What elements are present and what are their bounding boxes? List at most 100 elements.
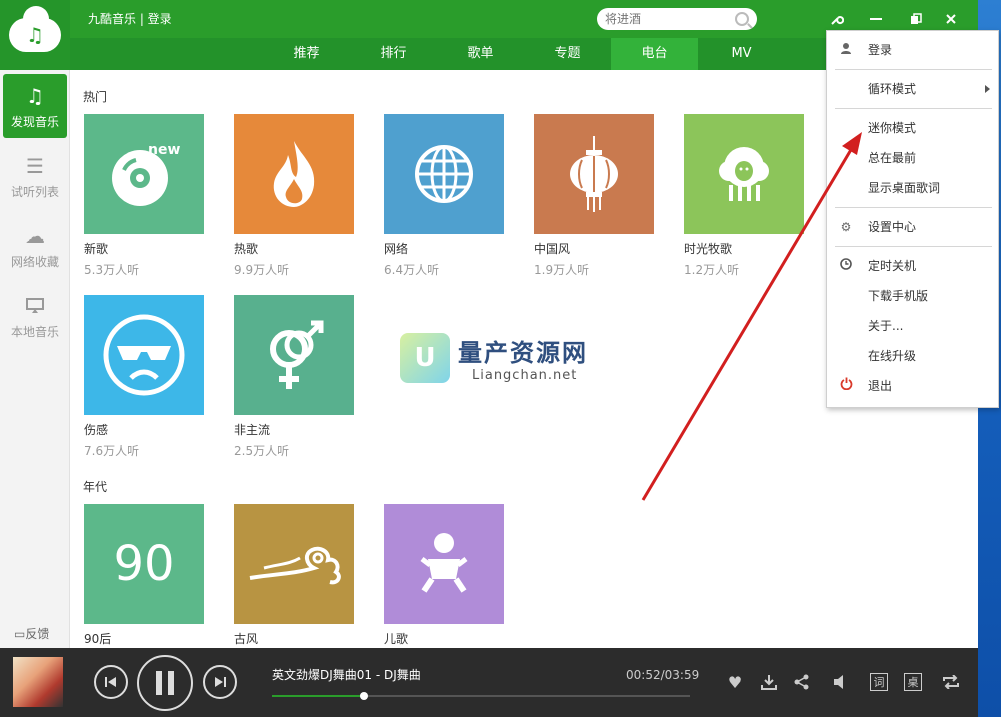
- minimize-icon[interactable]: [865, 8, 887, 30]
- menu-item-label: 定时关机: [868, 259, 917, 273]
- download-icon[interactable]: [758, 671, 780, 693]
- sad-face-icon[interactable]: [84, 295, 204, 415]
- close-icon[interactable]: [940, 8, 962, 30]
- menu-item-login[interactable]: 登录: [827, 38, 998, 62]
- menu-item-exit[interactable]: 退出: [827, 374, 998, 398]
- gender-symbol-icon[interactable]: [234, 295, 354, 415]
- cd-new-icon[interactable]: new: [84, 114, 204, 234]
- ninety-icon[interactable]: 90: [84, 504, 204, 624]
- menu-item-loop-mode[interactable]: 循环模式: [827, 77, 998, 101]
- heart-icon[interactable]: ♥: [724, 671, 746, 693]
- fire-icon[interactable]: [234, 114, 354, 234]
- repeat-icon[interactable]: [940, 671, 962, 693]
- next-button[interactable]: [203, 665, 237, 699]
- menu-item-about[interactable]: 关于...: [827, 314, 998, 338]
- album-cover[interactable]: [13, 657, 63, 707]
- menu-item-desktop-lyrics[interactable]: 显示桌面歌词: [827, 176, 998, 200]
- radio-card[interactable]: 90 90后: [84, 504, 204, 647]
- watermark: U 量产资源网 Liangchan.net: [400, 333, 588, 383]
- pause-button[interactable]: [137, 655, 193, 711]
- tab-radio[interactable]: 电台: [611, 38, 698, 70]
- desktop-lyrics-button[interactable]: 桌: [904, 673, 922, 691]
- menu-item-timer-shutdown[interactable]: 定时关机: [827, 254, 998, 278]
- search-box[interactable]: [597, 8, 757, 30]
- cloud-icon: ☁: [25, 223, 45, 248]
- card-name: 网络: [384, 242, 409, 256]
- sidebar: ♫ 发现音乐 ☰ 试听列表 ☁ 网络收藏 本地音乐 ▭反馈: [0, 70, 70, 648]
- tile-text: 90: [113, 536, 175, 592]
- radio-card[interactable]: 网络 6.4万人听: [384, 114, 504, 278]
- menu-item-label: 下载手机版: [868, 289, 929, 303]
- lantern-icon[interactable]: [534, 114, 654, 234]
- search-icon[interactable]: [735, 12, 749, 26]
- radio-card[interactable]: 时光牧歌 1.2万人听: [684, 114, 804, 278]
- tab-topics[interactable]: 专题: [524, 38, 611, 70]
- menu-separator: [835, 108, 992, 109]
- feedback-link[interactable]: ▭反馈: [14, 625, 49, 642]
- volume-icon[interactable]: [829, 671, 851, 693]
- app-title[interactable]: 九酷音乐 | 登录: [88, 10, 172, 27]
- lyrics-button[interactable]: 词: [870, 673, 888, 691]
- watermark-logo: U: [400, 333, 450, 383]
- card-name: 伤感: [84, 423, 109, 437]
- share-icon[interactable]: [791, 671, 813, 693]
- radio-card[interactable]: new 新歌 5.3万人听: [84, 114, 204, 278]
- next-icon: [215, 677, 226, 687]
- sidebar-item-favorites[interactable]: ☁ 网络收藏: [3, 214, 67, 278]
- sidebar-item-local[interactable]: 本地音乐: [3, 284, 67, 348]
- menu-item-label: 显示桌面歌词: [868, 181, 941, 195]
- progress-bar[interactable]: [272, 692, 690, 700]
- restore-icon[interactable]: [905, 8, 927, 30]
- menu-item-label: 总在最前: [868, 151, 917, 165]
- radio-card[interactable]: 伤感 7.6万人听: [84, 295, 204, 459]
- menu-item-settings[interactable]: ⚙ 设置中心: [827, 215, 998, 239]
- search-input[interactable]: [605, 12, 725, 26]
- baby-icon[interactable]: [384, 504, 504, 624]
- player-bar: 英文劲爆DJ舞曲01 - DJ舞曲 00:52/03:59 ♥ 词 桌: [0, 648, 978, 717]
- list-icon: ☰: [26, 153, 44, 178]
- tab-mv[interactable]: MV: [698, 38, 785, 70]
- cloud-swirl-icon[interactable]: [234, 504, 354, 624]
- previous-icon: [105, 677, 116, 687]
- radio-card[interactable]: 中国风 1.9万人听: [534, 114, 654, 278]
- menu-separator: [835, 69, 992, 70]
- previous-button[interactable]: [94, 665, 128, 699]
- card-name: 热歌: [234, 242, 259, 256]
- gear-icon: ⚙: [840, 220, 852, 234]
- sidebar-item-discover[interactable]: ♫ 发现音乐: [3, 74, 67, 138]
- card-name: 90后: [84, 632, 112, 646]
- sidebar-item-label: 网络收藏: [10, 254, 59, 269]
- wrench-icon[interactable]: [826, 8, 848, 30]
- menu-item-label: 退出: [868, 379, 893, 393]
- card-name: 儿歌: [384, 632, 409, 646]
- menu-separator: [835, 207, 992, 208]
- menu-item-mini-mode[interactable]: 迷你模式: [827, 116, 998, 140]
- card-name: 中国风: [534, 242, 571, 256]
- menu-item-mobile-download[interactable]: 下载手机版: [827, 284, 998, 308]
- progress-handle[interactable]: [359, 692, 368, 700]
- radio-card[interactable]: 热歌 9.9万人听: [234, 114, 354, 278]
- radio-card[interactable]: 非主流 2.5万人听: [234, 295, 354, 459]
- tab-recommend[interactable]: 推荐: [263, 38, 350, 70]
- globe-icon[interactable]: [384, 114, 504, 234]
- menu-item-online-update[interactable]: 在线升级: [827, 344, 998, 368]
- menu-item-always-on-top[interactable]: 总在最前: [827, 146, 998, 170]
- menu-item-label: 登录: [868, 43, 893, 57]
- section-title-hot: 热门: [83, 90, 108, 104]
- user-icon: [839, 38, 853, 62]
- radio-card[interactable]: 古风: [234, 504, 354, 647]
- card-listen-count: 1.2万人听: [684, 263, 740, 277]
- cloud-music-logo-icon: ♫: [9, 6, 61, 52]
- sidebar-item-playlist[interactable]: ☰ 试听列表: [3, 144, 67, 208]
- tab-playlists[interactable]: 歌单: [437, 38, 524, 70]
- menu-item-label: 关于...: [868, 319, 904, 333]
- sheep-icon[interactable]: [684, 114, 804, 234]
- power-icon: [839, 374, 853, 398]
- card-name: 非主流: [234, 423, 271, 437]
- radio-card[interactable]: 儿歌: [384, 504, 504, 647]
- app-logo[interactable]: ♫: [0, 0, 70, 70]
- card-name: 时光牧歌: [684, 242, 733, 256]
- tab-ranking[interactable]: 排行: [350, 38, 437, 70]
- menu-separator: [835, 246, 992, 247]
- music-note-icon: ♫: [26, 83, 44, 108]
